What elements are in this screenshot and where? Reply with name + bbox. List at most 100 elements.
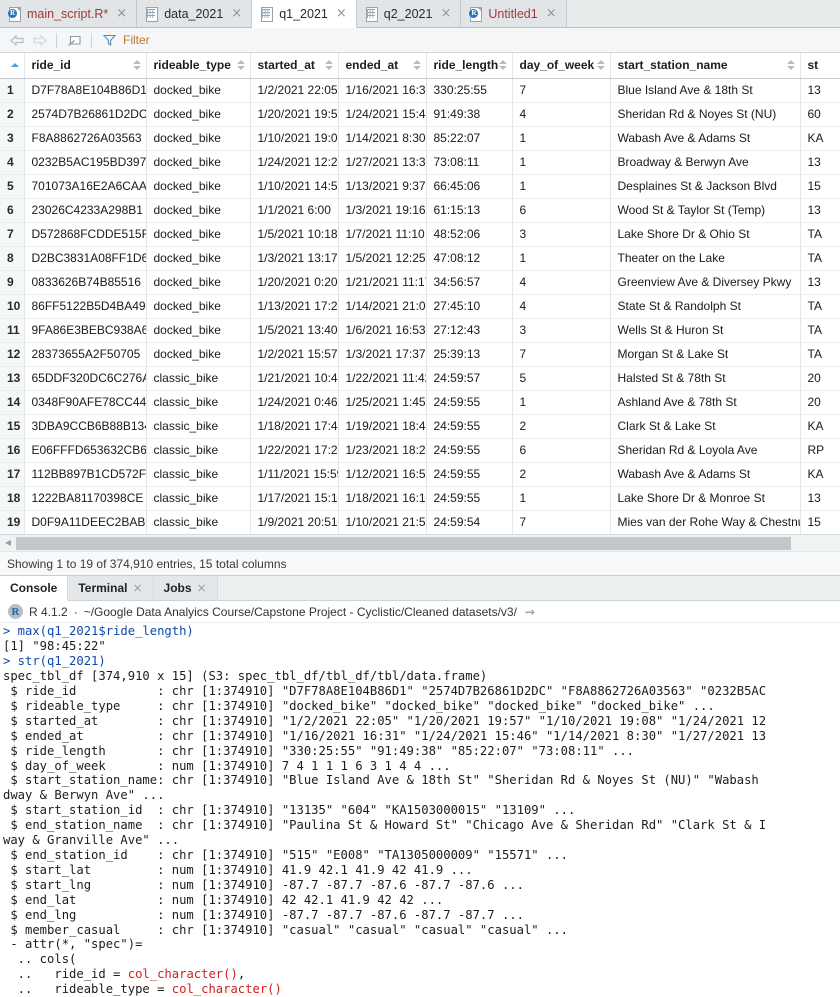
column-header-start_station_id[interactable]: st — [800, 53, 840, 79]
column-header-ride_length[interactable]: ride_length — [426, 53, 513, 79]
table-row[interactable]: 7 D572868FCDDE515F docked_bike 1/5/2021 10:… — [0, 222, 840, 247]
table-row[interactable]: 9 0833626B74B85516 docked_bike 1/20/2021 0:… — [0, 270, 840, 295]
column-header-rideable_type[interactable]: rideable_type — [146, 53, 251, 79]
horizontal-scrollbar[interactable]: ◀ — [0, 534, 840, 552]
source-tab-mainscriptr[interactable]: Rmain_script.R* × — [0, 0, 138, 27]
close-icon[interactable]: × — [334, 7, 347, 20]
sort-indicator[interactable] — [10, 63, 19, 68]
row-number: 16 — [0, 438, 25, 463]
r-version-label: R 4.1.2 — [29, 604, 68, 619]
column-header-day_of_week[interactable]: day_of_week — [512, 53, 611, 79]
source-tab-data2021[interactable]: data_2021 × — [137, 0, 253, 27]
close-icon[interactable]: × — [229, 7, 242, 20]
cell-ended_at: 1/18/2021 16:18 — [338, 486, 427, 511]
column-header-started_at[interactable]: started_at — [250, 53, 339, 79]
show-in-new-window-icon[interactable] — [63, 30, 85, 50]
table-row[interactable]: 5 701073A16E2A6CAA docked_bike 1/10/2021 14… — [0, 174, 840, 199]
console-output-line: $ start_lat : num [1:374910] 41.9 42.1 4… — [3, 862, 473, 877]
data-grid-container[interactable]: ride_id rideable_type started_at ended_at ri… — [0, 53, 840, 535]
cell-ride_length: 47:08:12 — [426, 246, 513, 271]
cell-started_at: 1/22/2021 17:25 — [250, 438, 339, 463]
cell-day_of_week: 1 — [512, 174, 611, 199]
cell-start_station_id: 60 — [800, 102, 840, 127]
console-tab-terminal[interactable]: Terminal × — [68, 576, 154, 601]
sort-indicator[interactable] — [412, 60, 421, 71]
close-icon[interactable]: × — [544, 7, 557, 20]
source-tab-untitled1[interactable]: R Untitled1 × — [461, 0, 567, 27]
scrollbar-thumb[interactable] — [16, 536, 791, 550]
table-row[interactable]: 10 86FF5122B5D4BA49 docked_bike 1/13/2021 1… — [0, 294, 840, 319]
back-arrow-icon[interactable] — [6, 30, 28, 50]
console-tab-jobs[interactable]: Jobs × — [153, 576, 218, 601]
goto-directory-icon[interactable]: ⇝ — [525, 605, 535, 619]
row-number: 14 — [0, 390, 25, 415]
forward-arrow-icon[interactable] — [28, 30, 50, 50]
row-number: 6 — [0, 198, 25, 223]
table-row[interactable]: 16 E06FFFD653632CB6 classic_bike 1/22/2021 … — [0, 438, 840, 463]
console-output-line: $ end_station_id : chr [1:374910] "515" … — [3, 848, 568, 863]
sort-indicator[interactable] — [596, 60, 605, 71]
table-row[interactable]: 13 65DDF320DC6C276A classic_bike 1/21/2021 … — [0, 366, 840, 391]
cell-ride_id: F8A8862726A03563 — [24, 126, 147, 151]
scroll-left-icon[interactable]: ◀ — [0, 539, 16, 547]
filter-label[interactable]: Filter — [123, 33, 150, 47]
table-row[interactable]: 18 1222BA81170398CE classic_bike 1/17/2021 … — [0, 486, 840, 511]
cell-start_station_id: KA — [800, 126, 840, 151]
cell-ride_id: D0F9A11DEEC2BAB0 — [24, 510, 147, 535]
cell-ride_id: 28373655A2F50705 — [24, 342, 147, 367]
console-code-token: col_character() — [127, 967, 238, 982]
console-output-line: $ rideable_type : chr [1:374910] "docked… — [3, 698, 715, 713]
table-row[interactable]: 2 2574D7B26861D2DC docked_bike 1/20/2021 19… — [0, 102, 840, 127]
working-directory-label[interactable]: ~/Google Data Analyics Course/Capstone P… — [84, 605, 517, 619]
cell-ended_at: 1/14/2021 21:08 — [338, 294, 427, 319]
cell-start_station_id: KA — [800, 462, 840, 487]
sort-indicator[interactable] — [236, 60, 245, 71]
table-row[interactable]: 3 F8A8862726A03563 docked_bike 1/10/2021 19… — [0, 126, 840, 151]
table-row[interactable]: 12 28373655A2F50705 docked_bike 1/2/2021 15… — [0, 342, 840, 367]
row-number: 17 — [0, 462, 25, 487]
column-header-ride_id[interactable]: ride_id — [24, 53, 147, 79]
console-output[interactable]: > max(q1_2021$ride_length) [1] "98:45:22"… — [0, 623, 840, 997]
table-row[interactable]: 17 112BB897B1CD572F classic_bike 1/11/2021 … — [0, 462, 840, 487]
close-icon[interactable]: × — [132, 581, 142, 595]
cell-day_of_week: 4 — [512, 270, 611, 295]
cell-start_station_id: 15 — [800, 174, 840, 199]
cell-rideable_type: docked_bike — [146, 222, 251, 247]
console-tab-console[interactable]: Console — [0, 576, 69, 602]
table-row[interactable]: 14 0348F90AFE78CC44 classic_bike 1/24/2021 … — [0, 390, 840, 415]
row-number: 3 — [0, 126, 25, 151]
table-row[interactable]: 6 23026C4233A298B1 docked_bike 1/1/2021 6:0… — [0, 198, 840, 223]
sort-indicator[interactable] — [132, 60, 141, 71]
cell-started_at: 1/9/2021 20:51 — [250, 510, 339, 535]
sort-indicator[interactable] — [324, 60, 333, 71]
source-tab-q12021[interactable]: q1_2021 × — [252, 0, 357, 28]
table-row[interactable]: 19 D0F9A11DEEC2BAB0 classic_bike 1/9/2021 2… — [0, 510, 840, 535]
close-icon[interactable]: × — [197, 581, 207, 595]
column-header-start_station_name[interactable]: start_station_name — [610, 53, 801, 79]
cell-started_at: 1/5/2021 10:18 — [250, 222, 339, 247]
source-tab-q22021[interactable]: q2_2021 × — [356, 0, 462, 27]
close-icon[interactable]: × — [438, 7, 451, 20]
cell-start_station_id: 13 — [800, 270, 840, 295]
filter-funnel-icon[interactable] — [98, 30, 120, 50]
table-row[interactable]: 1 D7F78A8E104B86D1 docked_bike 1/2/2021 22:… — [0, 78, 840, 103]
cell-start_station_id: 20 — [800, 366, 840, 391]
table-row[interactable]: 8 D2BC3831A08FF1D6 docked_bike 1/3/2021 13:… — [0, 246, 840, 271]
column-header-ended_at[interactable]: ended_at — [338, 53, 427, 79]
cell-ride_length: 27:12:43 — [426, 318, 513, 343]
console-output-line: $ start_lng : num [1:374910] -87.7 -87.7… — [3, 877, 524, 892]
cell-start_station_name: Theater on the Lake — [610, 246, 801, 271]
table-row[interactable]: 11 9FA86E3BEBC938A6 docked_bike 1/5/2021 13… — [0, 318, 840, 343]
cell-rideable_type: classic_bike — [146, 486, 251, 511]
table-row[interactable]: 15 3DBA9CCB6B88B134 classic_bike 1/18/2021 … — [0, 414, 840, 439]
console-tab-strip: Console Terminal × Jobs × — [0, 576, 840, 602]
cell-rideable_type: classic_bike — [146, 462, 251, 487]
close-icon[interactable]: × — [114, 7, 127, 20]
source-tab-strip: Rmain_script.R* × data_2021 × q1_2021 × q2_202… — [0, 0, 840, 28]
sort-indicator[interactable] — [786, 60, 795, 71]
column-header-rownum[interactable] — [0, 53, 25, 79]
row-number: 15 — [0, 414, 25, 439]
cell-start_station_id: TA — [800, 318, 840, 343]
table-row[interactable]: 4 0232B5AC195BD397 docked_bike 1/24/2021 12… — [0, 150, 840, 175]
sort-indicator[interactable] — [498, 60, 507, 71]
